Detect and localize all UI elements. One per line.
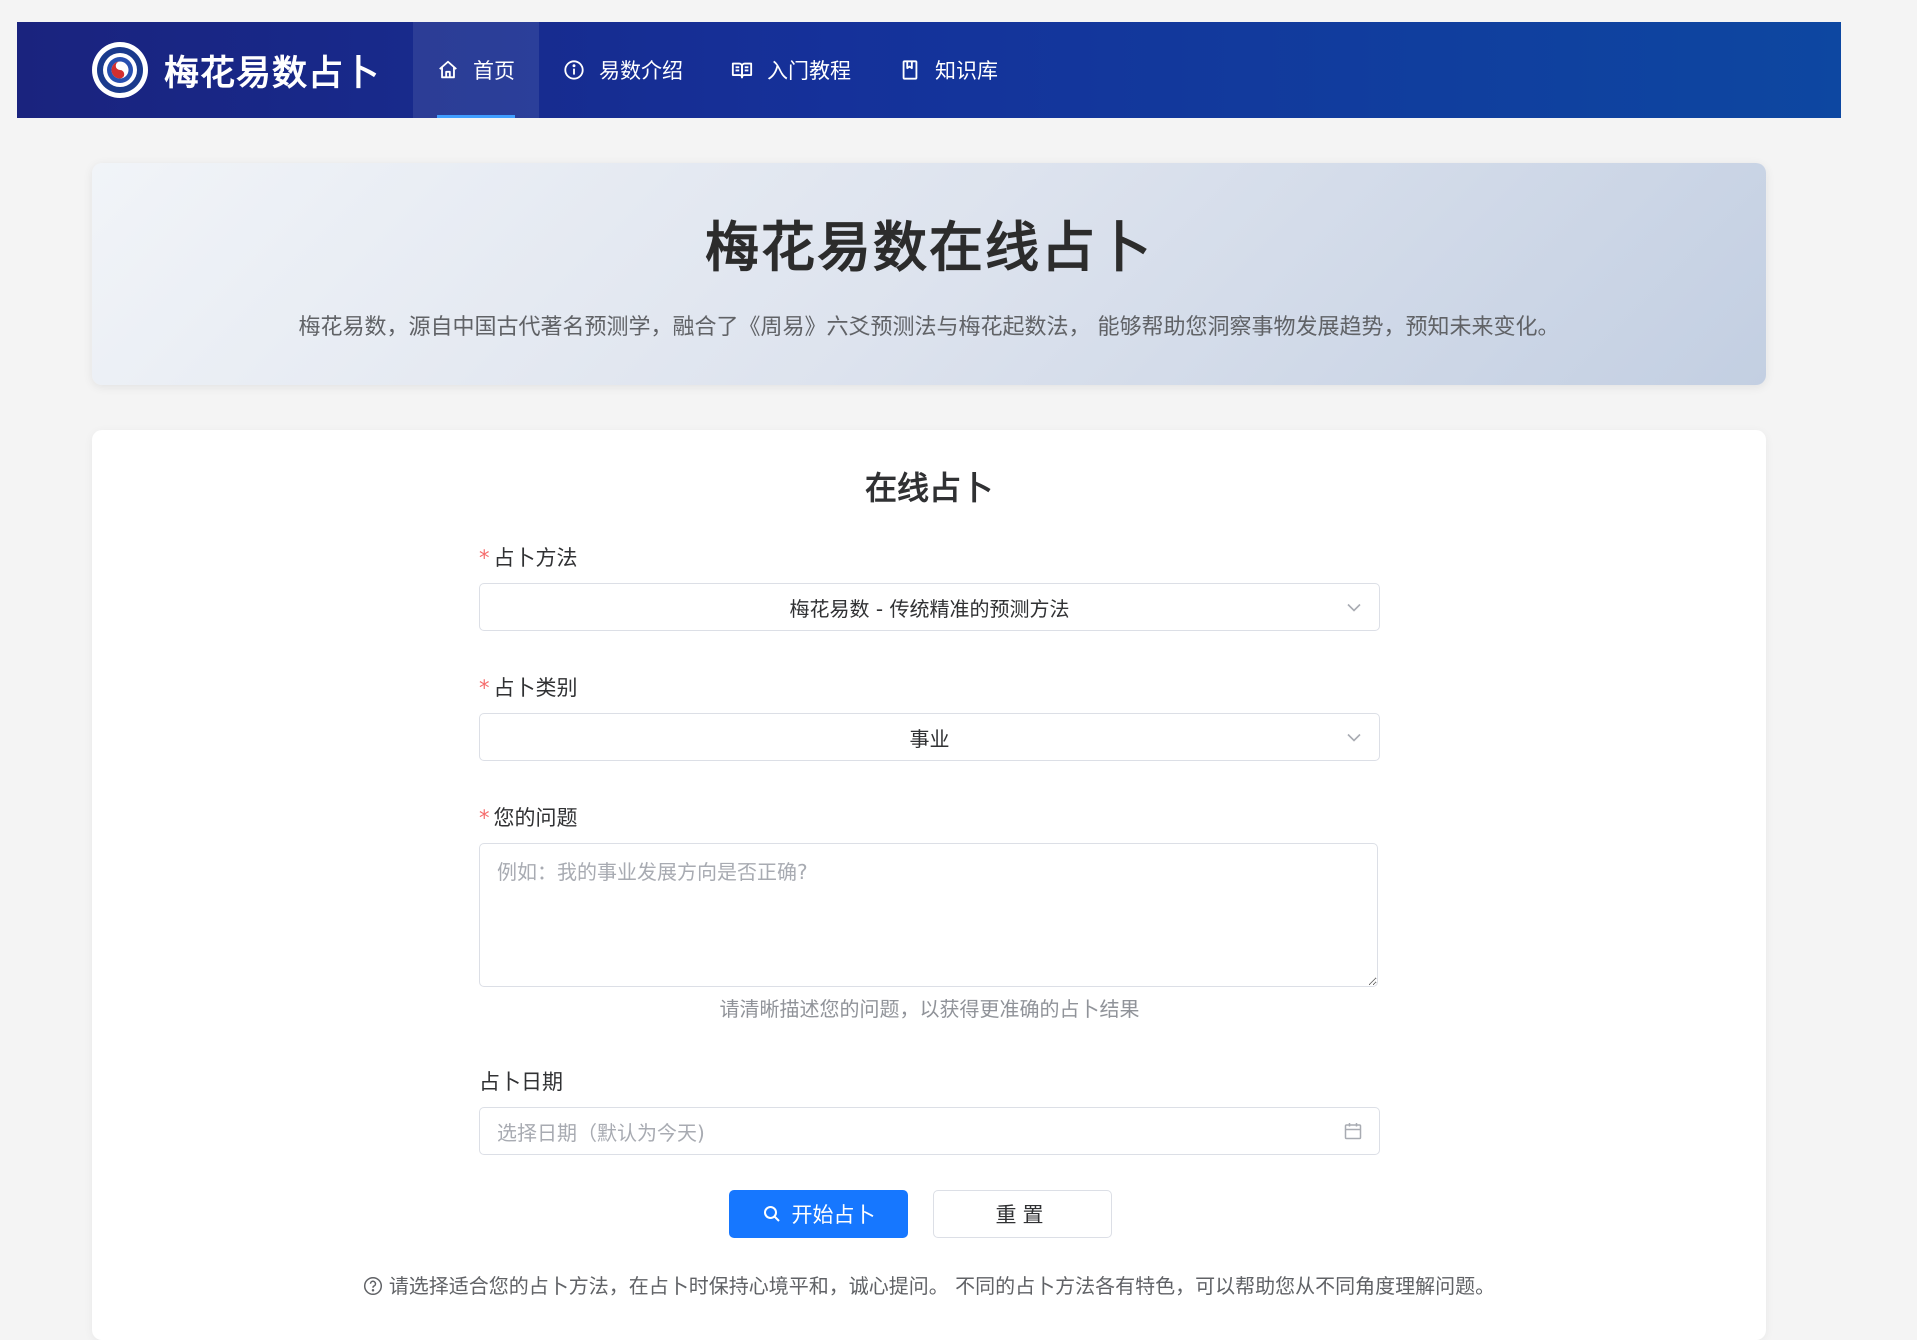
chevron-down-icon [1345,598,1363,616]
search-icon [762,1204,782,1224]
question-textarea[interactable] [479,843,1378,987]
nav-item-label: 入门教程 [767,59,852,83]
question-label: * 您的问题 [479,806,578,830]
question-circle-icon [363,1276,383,1296]
nav-item-home[interactable]: 首页 [413,22,540,118]
calendar-icon [1343,1121,1363,1141]
reset-button[interactable]: 重置 [933,1190,1112,1238]
question-hint: 请清晰描述您的问题，以获得更准确的占卜结果 [719,997,1140,1021]
site-logo[interactable]: 梅花易数占卜 [92,22,380,118]
site-title: 梅花易数占卜 [164,53,381,94]
main-nav: 首页 易数介绍 入门教程 知识库 [413,22,1022,118]
bookmark-icon [899,59,921,81]
nav-item-label: 知识库 [935,59,999,83]
hero-title: 梅花易数在线占卜 [705,216,1153,279]
form-footnote: 请选择适合您的占卜方法，在占卜时保持心境平和，诚心提问。 不同的占卜方法各有特色… [92,1270,1766,1299]
nav-item-tutorial[interactable]: 入门教程 [707,22,875,118]
form-title: 在线占卜 [864,469,993,507]
nav-item-knowledge[interactable]: 知识库 [875,22,1022,118]
info-icon [563,59,585,81]
date-label: 占卜日期 [479,1070,563,1094]
home-icon [437,59,459,81]
nav-item-label: 易数介绍 [599,59,684,83]
required-mark: * [479,676,490,700]
nav-item-intro[interactable]: 易数介绍 [539,22,707,118]
date-placeholder: 选择日期（默认为今天) [497,1120,705,1145]
nav-item-label: 首页 [473,59,516,83]
date-picker[interactable]: 选择日期（默认为今天) [479,1107,1380,1155]
top-navbar: 梅花易数占卜 首页 易数介绍 入门教程 知识库 [17,22,1841,118]
hero-description: 梅花易数，源自中国古代著名预测学，融合了《周易》六爻预测法与梅花起数法， 能够帮… [298,315,1560,341]
chevron-down-icon [1345,728,1363,746]
divination-form-card: 在线占卜 * 占卜方法 梅花易数 - 传统精准的预测方法 * 占卜类别 事业 *… [92,430,1766,1340]
category-label: * 占卜类别 [479,676,578,700]
method-select[interactable]: 梅花易数 - 传统精准的预测方法 [479,583,1380,631]
required-mark: * [479,546,490,570]
start-divination-label: 开始占卜 [791,1203,876,1227]
method-label: * 占卜方法 [479,546,578,570]
category-select[interactable]: 事业 [479,713,1380,761]
required-mark: * [479,806,490,830]
hero-banner: 梅花易数在线占卜 梅花易数，源自中国古代著名预测学，融合了《周易》六爻预测法与梅… [92,163,1766,385]
reset-label: 重置 [995,1203,1050,1227]
book-icon [731,59,753,81]
method-select-value: 梅花易数 - 传统精准的预测方法 [789,596,1070,621]
category-select-value: 事业 [909,726,950,751]
footnote-text: 请选择适合您的占卜方法，在占卜时保持心境平和，诚心提问。 不同的占卜方法各有特色… [388,1274,1496,1298]
start-divination-button[interactable]: 开始占卜 [729,1190,908,1238]
logo-emblem-icon [92,42,148,98]
